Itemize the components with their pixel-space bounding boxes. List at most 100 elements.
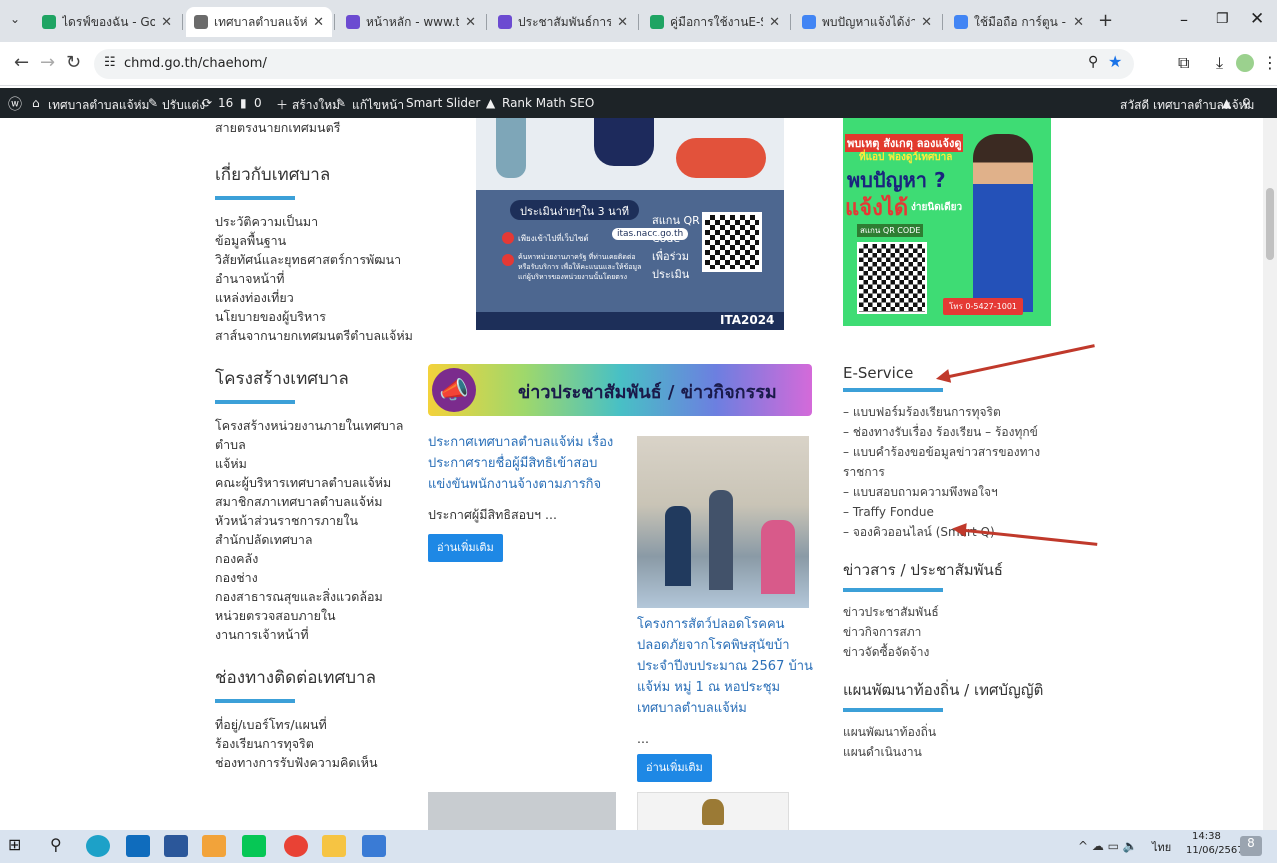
- eservice-link[interactable]: – ช่องทางรับเรื่อง ร้องเรียน – ร้องทุกข์: [843, 422, 1053, 442]
- clock-time[interactable]: 14:38: [1192, 831, 1221, 842]
- clock-date[interactable]: 11/06/2567: [1186, 845, 1244, 856]
- word-icon[interactable]: [164, 835, 188, 857]
- news-link[interactable]: ข่าวกิจการสภา: [843, 622, 1053, 642]
- tab-close-icon[interactable]: ✕: [769, 15, 780, 30]
- wp-new[interactable]: สร้างใหม่: [292, 96, 340, 115]
- traffy-promo[interactable]: พบเหตุ สังเกตุ ลองแจ้งดู ที่แอป ฟองดูว์เ…: [843, 118, 1051, 326]
- post-2-title[interactable]: โครงการสัตว์ปลอดโรคคนปลอดภัยจากโรคพิษสุน…: [637, 614, 817, 719]
- eservice-link[interactable]: ราชการ: [843, 462, 1053, 482]
- scrollbar-thumb[interactable]: [1266, 188, 1274, 260]
- mail-icon[interactable]: [126, 835, 150, 857]
- tab-close-icon[interactable]: ✕: [921, 15, 932, 30]
- page-scrollbar[interactable]: [1263, 118, 1277, 830]
- tab-close-icon[interactable]: ✕: [465, 15, 476, 30]
- browser-tab[interactable]: คู่มือการใช้งานE-Service ✕: [642, 7, 788, 37]
- store-icon[interactable]: [202, 835, 226, 857]
- eservice-link[interactable]: – แบบสอบถามความพึงพอใจฯ: [843, 482, 1053, 502]
- left-nav-link[interactable]: สำนักปลัดเทศบาล: [215, 530, 415, 549]
- chrome-icon[interactable]: [284, 835, 308, 857]
- wp-updates-count[interactable]: 16: [218, 96, 233, 110]
- post-1-read-more[interactable]: อ่านเพิ่มเติม: [428, 534, 503, 562]
- wp-search-icon[interactable]: ⚲: [1242, 96, 1251, 110]
- left-nav-link[interactable]: สาส์นจากนายกเทศมนตรีตำบลแจ้ห่ม: [215, 326, 415, 345]
- close-window-icon[interactable]: ✕: [1250, 9, 1264, 29]
- left-nav-link[interactable]: คณะผู้บริหารเทศบาลตำบลแจ้ห่ม: [215, 473, 415, 492]
- left-nav-link[interactable]: ที่อยู่/เบอร์โทร/แผนที่: [215, 715, 415, 734]
- left-nav-link[interactable]: ข้อมูลพื้นฐาน: [215, 231, 415, 250]
- ita-banner[interactable]: ประเมินง่ายๆใน 3 นาที เพียงเข้าไปที่เว็บ…: [476, 118, 784, 330]
- download-icon[interactable]: ⤓: [1216, 53, 1223, 73]
- wp-rank-math[interactable]: Rank Math SEO: [502, 96, 594, 110]
- left-nav-link[interactable]: ช่องทางการรับฟังความคิดเห็น: [215, 753, 415, 772]
- omnibox[interactable]: ☷ chmd.go.th/chaehom/ ⚲ ★: [94, 49, 1134, 79]
- wp-customize[interactable]: ปรับแต่ง: [162, 96, 205, 115]
- left-nav-link[interactable]: อำนาจหน้าที่: [215, 269, 415, 288]
- left-top-item[interactable]: สายตรงนายกเทศมนตรี: [215, 118, 415, 137]
- left-nav-link[interactable]: หัวหน้าส่วนราชการภายใน: [215, 511, 415, 530]
- wordpress-logo-icon[interactable]: ⓦ: [8, 94, 22, 114]
- tray-icons[interactable]: ^ ☁ ▭ 🔈: [1078, 839, 1138, 853]
- extensions-icon[interactable]: ⧉: [1178, 53, 1189, 73]
- post-4-image[interactable]: [637, 792, 789, 830]
- left-nav-link[interactable]: กองคลัง: [215, 549, 415, 568]
- news-banner[interactable]: 📣 ข่าวประชาสัมพันธ์ / ข่าวกิจกรรม: [428, 364, 812, 416]
- wp-site-name[interactable]: เทศบาลตำบลแจ้ห่ม: [48, 96, 149, 115]
- left-nav-link[interactable]: หน่วยตรวจสอบภายใน: [215, 606, 415, 625]
- tab-search-button[interactable]: ⌄: [10, 12, 20, 26]
- left-nav-link[interactable]: วิสัยทัศน์และยุทธศาสตร์การพัฒนา: [215, 250, 415, 269]
- browser-tab[interactable]: เทศบาลตำบลแจ้ห่มเป็นศิลปะ ✕: [186, 7, 332, 37]
- left-nav-link[interactable]: กองช่าง: [215, 568, 415, 587]
- left-nav-link[interactable]: ร้องเรียนการทุจริต: [215, 734, 415, 753]
- user-avatar-icon[interactable]: ▲: [1222, 96, 1231, 110]
- eservice-link[interactable]: – แบบคำร้องขอข้อมูลข่าวสารของทาง: [843, 442, 1053, 462]
- tab-close-icon[interactable]: ✕: [1073, 15, 1084, 30]
- wp-greeting[interactable]: สวัสดี เทศบาลตำบลแจ้ห่ม: [1120, 96, 1254, 115]
- plan-link[interactable]: แผนพัฒนาท้องถิ่น: [843, 722, 1053, 742]
- restore-icon[interactable]: ❐: [1216, 11, 1229, 27]
- photos-icon[interactable]: [362, 835, 386, 857]
- left-nav-link[interactable]: แจ้ห่ม: [215, 454, 415, 473]
- new-tab-button[interactable]: +: [1098, 10, 1113, 31]
- wp-smart-slider[interactable]: Smart Slider: [406, 96, 480, 110]
- back-icon[interactable]: ←: [14, 52, 29, 73]
- reload-icon[interactable]: ↻: [66, 52, 81, 73]
- url-text[interactable]: chmd.go.th/chaehom/: [124, 56, 267, 71]
- taskbar-search-icon[interactable]: ⚲: [50, 835, 74, 857]
- profile-avatar[interactable]: [1236, 54, 1254, 72]
- left-nav-link[interactable]: แหล่งท่องเที่ยว: [215, 288, 415, 307]
- browser-tab[interactable]: พบปัญหาแจ้งได้ง่ายนิดเดียว ✕: [794, 7, 940, 37]
- plan-link[interactable]: แผนดำเนินงาน: [843, 742, 1053, 762]
- site-settings-icon[interactable]: ☷: [104, 55, 116, 70]
- notification-icon[interactable]: 8: [1240, 836, 1262, 856]
- tab-close-icon[interactable]: ✕: [617, 15, 628, 30]
- left-nav-link[interactable]: งานการเจ้าหน้าที่: [215, 625, 415, 644]
- browser-tab[interactable]: หน้าหลัก - www.tonthon ✕: [338, 7, 484, 37]
- left-nav-link[interactable]: ประวัติความเป็นมา: [215, 212, 415, 231]
- line-icon[interactable]: [242, 835, 266, 857]
- eservice-link[interactable]: – จองคิวออนไลน์ (Smart Q): [843, 522, 1053, 542]
- edge-icon[interactable]: [86, 835, 110, 857]
- browser-tab[interactable]: ใช้มือถือ การ์ตูน - ค้นหาด้วย ✕: [946, 7, 1092, 37]
- start-icon[interactable]: ⊞: [8, 835, 32, 857]
- bookmark-star-icon[interactable]: ★: [1108, 52, 1122, 71]
- left-nav-link[interactable]: นโยบายของผู้บริหาร: [215, 307, 415, 326]
- post-1-title[interactable]: ประกาศเทศบาลตำบลแจ้ห่ม เรื่อง ประกาศรายช…: [428, 432, 624, 495]
- news-link[interactable]: ข่าวจัดซื้อจัดจ้าง: [843, 642, 1053, 662]
- post-2-image[interactable]: [637, 436, 809, 608]
- file-explorer-icon[interactable]: [322, 835, 346, 857]
- language-indicator[interactable]: ไทย: [1152, 838, 1171, 856]
- minimize-icon[interactable]: –: [1180, 10, 1188, 29]
- wp-comments-count[interactable]: 0: [254, 96, 262, 110]
- tab-close-icon[interactable]: ✕: [161, 15, 172, 30]
- zoom-icon[interactable]: ⚲: [1088, 54, 1098, 70]
- post-2-read-more[interactable]: อ่านเพิ่มเติม: [637, 754, 712, 782]
- tab-close-icon[interactable]: ✕: [313, 15, 324, 30]
- left-nav-link[interactable]: สมาชิกสภาเทศบาลตำบลแจ้ห่ม: [215, 492, 415, 511]
- menu-icon[interactable]: ⋮: [1262, 53, 1277, 72]
- forward-icon[interactable]: →: [40, 52, 55, 73]
- post-3-image[interactable]: [428, 792, 616, 830]
- wp-edit-page[interactable]: แก้ไขหน้า: [352, 96, 404, 115]
- news-link[interactable]: ข่าวประชาสัมพันธ์: [843, 602, 1053, 622]
- browser-tab[interactable]: ประชาสัมพันธ์การใช้แพลตฟอร์ม ✕: [490, 7, 636, 37]
- left-nav-link[interactable]: โครงสร้างหน่วยงานภายในเทศบาลตำบล: [215, 416, 415, 454]
